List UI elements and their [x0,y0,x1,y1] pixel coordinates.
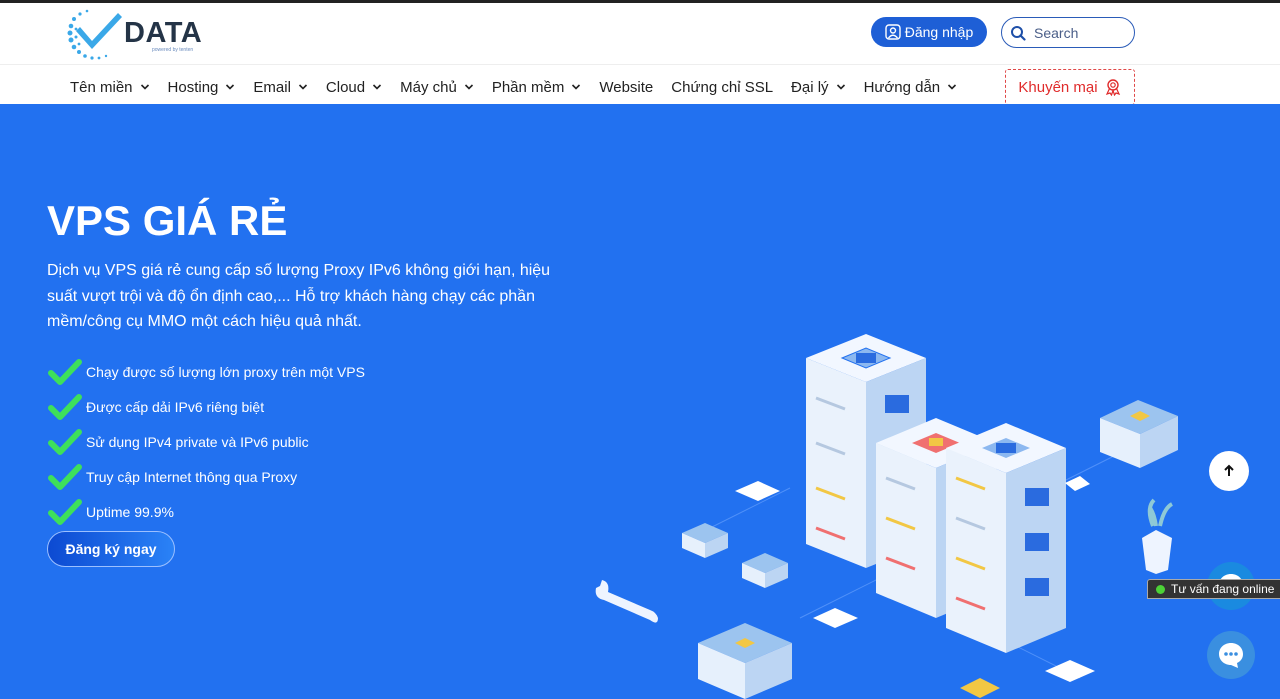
chip [813,608,858,628]
feature-item: Sử dụng IPv4 private và IPv6 public [48,424,365,459]
nav-item-huong-dan[interactable]: Hướng dẫn [864,79,958,96]
check-icon [48,428,82,455]
hero-description: Dịch vụ VPS giá rẻ cung cấp số lượng Pro… [47,262,551,330]
wrench-icon [595,580,658,623]
chat-bubble-icon [1219,643,1243,668]
online-status-badge[interactable]: Tư vấn đang online [1147,579,1280,599]
nav-item-phan-mem[interactable]: Phần mềm [492,79,582,96]
small-server-left-2 [742,553,788,588]
nav-label: Chứng chỉ SSL [671,78,774,96]
logo-subtitle: powered by tenten [152,47,194,53]
chip [1045,660,1095,682]
chevron-down-icon [298,84,307,90]
small-server-left-1 [682,523,728,558]
chip [735,481,780,501]
award-icon [1105,79,1120,96]
chevron-down-icon [140,84,149,90]
promo-button[interactable]: Khuyến mại [1005,69,1135,105]
nav-item-website[interactable]: Website [599,79,653,96]
feature-item: Truy cập Internet thông qua Proxy [48,459,365,494]
logo[interactable]: DATA powered by tenten [66,7,206,61]
user-icon [885,24,901,40]
nav-label: Email [253,78,291,96]
chat-button[interactable] [1207,631,1255,679]
nav-label: Máy chủ [400,78,457,96]
nav-label: Phần mềm [491,78,565,96]
hero-title: VPS GIÁ RẺ [47,197,288,244]
nav-label: Hướng dẫn [863,78,941,96]
search-icon[interactable] [1010,25,1026,41]
feature-list: Chạy được số lượng lớn proxy trên một VP… [48,354,365,529]
arrow-up-icon [1224,464,1234,476]
check-icon [48,498,82,525]
logo-text: DATA [124,17,203,49]
small-server-bottom [698,623,792,699]
chevron-down-icon [836,84,845,90]
feature-text: Được cấp dải IPv6 riêng biệt [86,398,265,415]
nav-item-cloud[interactable]: Cloud [326,79,382,96]
check-icon [48,358,82,385]
nav-item-hosting[interactable]: Hosting [168,79,236,96]
search-input[interactable] [1034,24,1124,41]
nav-label: Website [599,78,654,96]
nav-item-ssl[interactable]: Chứng chỉ SSL [671,79,773,96]
nav-item-ten-mien[interactable]: Tên miền [70,79,150,96]
site-header: DATA powered by tenten Đăng nhập Tên miề… [0,3,1280,105]
check-icon [48,393,82,420]
server-illustration [595,334,1178,699]
feature-item: Chạy được số lượng lớn proxy trên một VP… [48,354,365,389]
scroll-to-top-button[interactable] [1209,451,1249,491]
online-dot-icon [1156,584,1165,594]
main-nav: Tên miền Hosting Email Cloud Máy chủ Phầ… [70,73,975,101]
online-status-text: Tư vấn đang online [1171,582,1275,596]
hero-section: VPS GIÁ RẺ Dịch vụ VPS giá rẻ cung cấp s… [0,104,1280,699]
search-box[interactable] [1001,17,1135,48]
nav-label: Tên miền [70,78,133,96]
small-server-right [1100,400,1178,468]
nav-label: Đại lý [791,78,829,96]
nav-divider [0,64,1280,65]
chevron-down-icon [572,84,581,90]
login-button[interactable]: Đăng nhập [871,17,987,47]
feature-text: Uptime 99.9% [86,503,174,520]
feature-item: Được cấp dải IPv6 riêng biệt [48,389,365,424]
nav-item-email[interactable]: Email [253,79,308,96]
server-stack-3 [946,423,1066,653]
feature-item: Uptime 99.9% [48,494,365,529]
nav-label: Hosting [167,78,219,96]
login-label: Đăng nhập [904,24,974,40]
nav-item-dai-ly[interactable]: Đại lý [791,79,846,96]
chevron-down-icon [948,84,957,90]
chevron-down-icon [464,84,473,90]
nav-item-may-chu[interactable]: Máy chủ [400,79,474,96]
promo-label: Khuyến mại [1018,78,1098,96]
plant-icon [1142,498,1174,574]
register-now-button[interactable]: Đăng ký ngay [47,531,175,567]
check-icon [48,463,82,490]
chevron-down-icon [373,84,382,90]
logo-check-icon [67,9,122,60]
chevron-down-icon [226,84,235,90]
feature-text: Sử dụng IPv4 private và IPv6 public [86,433,309,450]
chip [960,678,1000,698]
feature-text: Truy cập Internet thông qua Proxy [86,468,298,485]
feature-text: Chạy được số lượng lớn proxy trên một VP… [86,363,365,380]
nav-label: Cloud [325,78,366,96]
